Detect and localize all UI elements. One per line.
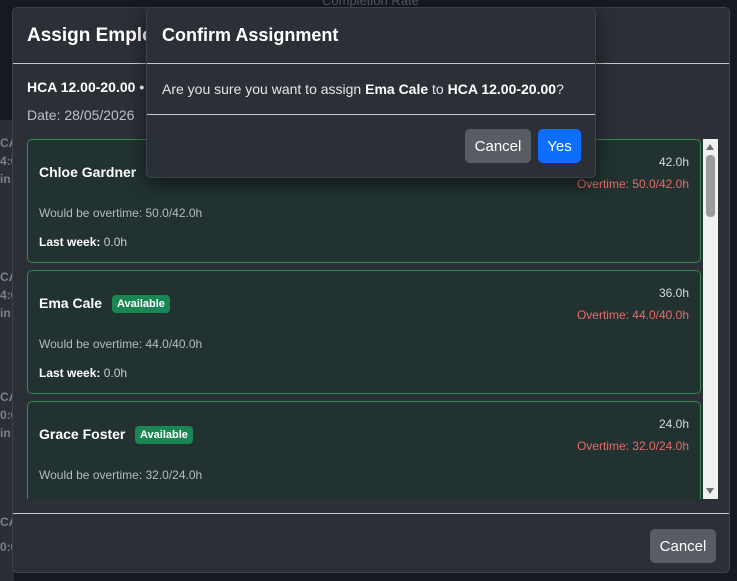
message-suffix: ? <box>556 81 564 97</box>
message-middle: to <box>428 81 448 97</box>
background-strip-label: in <box>0 306 11 320</box>
available-badge: Available <box>112 295 170 313</box>
confirm-dialog-title: Confirm Assignment <box>162 25 339 45</box>
message-prefix: Are you sure you want to assign <box>162 81 366 97</box>
scrollbar-thumb[interactable] <box>706 155 715 217</box>
employee-overtime: Overtime: 50.0/42.0h <box>576 177 689 191</box>
scroll-up-arrow-icon[interactable] <box>706 144 714 150</box>
employee-last-week: Last week: 0.0h <box>39 235 127 249</box>
last-week-label: Last week: <box>39 366 101 380</box>
employee-list[interactable]: Chloe Gardner 42.0h Overtime: 50.0/42.0h… <box>27 139 703 499</box>
available-badge: Available <box>135 426 193 444</box>
employee-name: Chloe Gardner <box>39 164 137 180</box>
employee-hours: 42.0h <box>658 155 689 169</box>
employee-list-scrollbar[interactable] <box>703 139 718 499</box>
last-week-value: 0.0h <box>100 366 128 380</box>
employee-overtime: Overtime: 44.0/40.0h <box>576 308 689 322</box>
message-shift: HCA 12.00-20.00 <box>447 81 557 97</box>
assign-cancel-button[interactable]: Cancel <box>650 529 716 563</box>
employee-card-ema-cale[interactable]: Ema Cale Available 36.0h Overtime: 44.0/… <box>27 270 701 394</box>
employee-last-week: Last week: 0.0h <box>39 366 127 380</box>
employee-overtime: Overtime: 32.0/24.0h <box>576 439 689 453</box>
background-strip-label: in <box>0 172 11 186</box>
scroll-down-arrow-icon[interactable] <box>706 488 714 494</box>
background-strip-label: in <box>0 426 11 440</box>
confirm-yes-button[interactable]: Yes <box>538 129 581 163</box>
message-employee: Ema Cale <box>365 81 429 97</box>
last-week-value: 0.0h <box>100 235 128 249</box>
employee-hours: 36.0h <box>658 286 689 300</box>
employee-card-grace-foster[interactable]: Grace Foster Available 24.0h Overtime: 3… <box>27 401 701 499</box>
employee-would-be-overtime: Would be overtime: 50.0/42.0h <box>39 206 203 220</box>
confirm-dialog-message: Are you sure you want to assign Ema Cale… <box>147 64 595 115</box>
employee-name: Grace Foster <box>39 426 126 442</box>
confirm-dialog-header: Confirm Assignment <box>147 8 595 64</box>
employee-hours: 24.0h <box>658 417 689 431</box>
confirm-assignment-dialog: Confirm Assignment Are you sure you want… <box>146 7 596 178</box>
confirm-cancel-button[interactable]: Cancel <box>465 129 531 163</box>
employee-name: Ema Cale <box>39 295 103 311</box>
last-week-label: Last week: <box>39 235 101 249</box>
employee-would-be-overtime: Would be overtime: 44.0/40.0h <box>39 337 203 351</box>
employee-would-be-overtime: Would be overtime: 32.0/24.0h <box>39 468 203 482</box>
assign-dialog-footer: Cancel <box>13 513 729 572</box>
